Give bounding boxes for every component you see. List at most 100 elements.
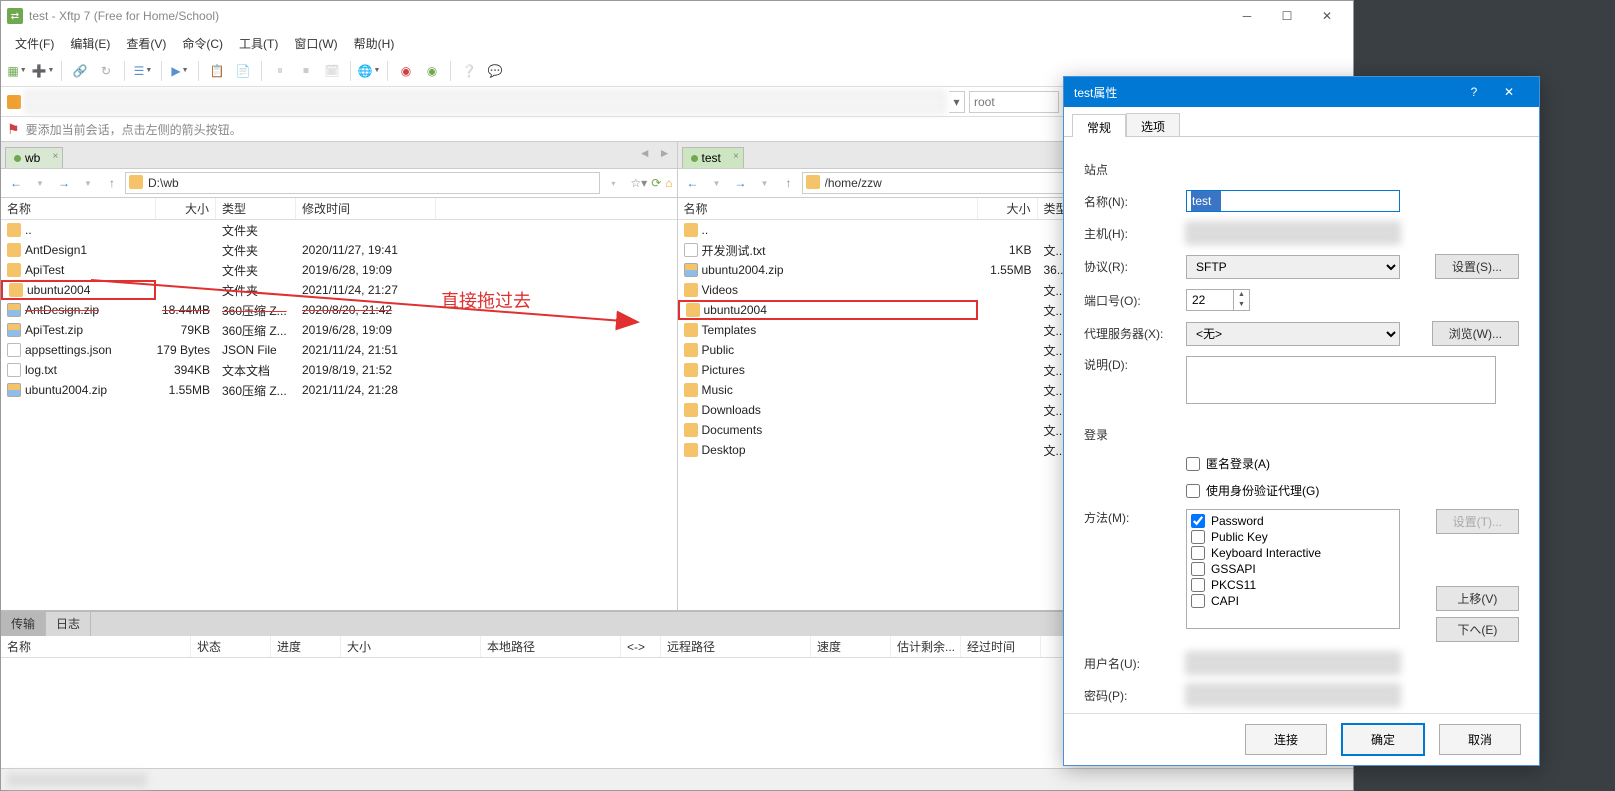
col-local[interactable]: 本地路径 xyxy=(481,636,621,657)
minimize-button[interactable]: ─ xyxy=(1227,1,1267,31)
port-stepper[interactable]: ▲▼ xyxy=(1186,289,1250,311)
col-type[interactable]: 类型 xyxy=(216,198,296,219)
move-down-button[interactable]: 下へ(E) xyxy=(1436,617,1519,642)
address-dropdown[interactable]: ▾ xyxy=(949,91,965,113)
port-up-icon[interactable]: ▲ xyxy=(1234,290,1249,300)
back-menu-icon[interactable]: ▼ xyxy=(29,172,51,194)
col-progress[interactable]: 进度 xyxy=(271,636,341,657)
menu-help[interactable]: 帮助(H) xyxy=(348,33,401,54)
method-list[interactable]: Password Public Key Keyboard Interactive GS… xyxy=(1186,509,1400,629)
forward-icon[interactable]: → xyxy=(53,172,75,194)
reconnect-icon[interactable]: ↻ xyxy=(96,61,116,81)
path-dropdown[interactable]: ▾ xyxy=(602,172,624,194)
schedule-icon[interactable]: 🗓 xyxy=(322,61,342,81)
col-size[interactable]: 大小 xyxy=(341,636,481,657)
link-icon[interactable]: 🔗 xyxy=(70,61,90,81)
close-icon[interactable]: ✕ xyxy=(1489,85,1529,99)
col-speed[interactable]: 速度 xyxy=(811,636,891,657)
protocol-setup-button[interactable]: 设置(S)... xyxy=(1435,254,1519,279)
tab-close-icon[interactable]: × xyxy=(733,151,739,162)
file-row[interactable]: ubuntu2004.zip1.55MB360压缩 Z...2021/11/24… xyxy=(1,380,677,400)
menu-window[interactable]: 窗口(W) xyxy=(288,33,343,54)
method-keyboard-interactive[interactable]: Keyboard Interactive xyxy=(1191,546,1395,560)
browse-button[interactable]: 浏览(W)... xyxy=(1432,321,1519,346)
move-up-button[interactable]: 上移(V) xyxy=(1436,586,1519,611)
remote-tab-test[interactable]: test × xyxy=(682,147,744,168)
up-icon[interactable]: ↑ xyxy=(101,172,123,194)
file-row[interactable]: ApiTest.zip79KB360压缩 Z...2019/6/28, 19:0… xyxy=(1,320,677,340)
stop-icon[interactable]: ⏹ xyxy=(296,61,316,81)
proxy-select[interactable]: <无> xyxy=(1186,322,1400,346)
session-flag-icon[interactable] xyxy=(7,95,21,109)
col-name[interactable]: 名称 xyxy=(1,198,156,219)
tab-transfer[interactable]: 传输 xyxy=(1,612,46,636)
method-pkcs11[interactable]: PKCS11 xyxy=(1191,578,1395,592)
menu-tools[interactable]: 工具(T) xyxy=(233,33,284,54)
menu-command[interactable]: 命令(C) xyxy=(176,33,229,54)
paste-icon[interactable]: 📄 xyxy=(233,61,253,81)
method-gssapi[interactable]: GSSAPI xyxy=(1191,562,1395,576)
cancel-button[interactable]: 取消 xyxy=(1439,724,1521,755)
password-input[interactable] xyxy=(1186,684,1400,706)
col-status[interactable]: 状态 xyxy=(191,636,271,657)
file-row[interactable]: ..文件夹 xyxy=(1,220,677,240)
back-icon[interactable]: ← xyxy=(682,172,704,194)
star-icon[interactable]: ☆▾ xyxy=(630,176,647,190)
help-icon[interactable]: ❔ xyxy=(459,61,479,81)
address-input[interactable] xyxy=(25,91,945,113)
name-input[interactable] xyxy=(1186,190,1400,212)
agent-checkbox[interactable]: 使用身份验证代理(G) xyxy=(1186,482,1319,499)
help-icon[interactable]: ? xyxy=(1459,85,1489,99)
method-setup-button[interactable]: 设置(T)... xyxy=(1436,509,1519,534)
up-icon[interactable]: ↑ xyxy=(778,172,800,194)
username-input[interactable] xyxy=(1186,652,1400,674)
port-input[interactable] xyxy=(1186,289,1234,311)
globe-icon[interactable]: 🌐▼ xyxy=(359,61,379,81)
user-input[interactable] xyxy=(969,91,1059,113)
chat-icon[interactable]: 💬 xyxy=(485,61,505,81)
protocol-select[interactable]: SFTP xyxy=(1186,255,1400,279)
description-textarea[interactable] xyxy=(1186,356,1496,404)
local-tab-wb[interactable]: wb × xyxy=(5,147,63,168)
col-size[interactable]: 大小 xyxy=(156,198,216,219)
method-public-key[interactable]: Public Key xyxy=(1191,530,1395,544)
menu-edit[interactable]: 编辑(E) xyxy=(64,33,116,54)
col-remote[interactable]: 远程路径 xyxy=(661,636,811,657)
ok-button[interactable]: 确定 xyxy=(1341,723,1425,756)
connect-button[interactable]: 连接 xyxy=(1245,724,1327,755)
col-name[interactable]: 名称 xyxy=(1,636,191,657)
anon-checkbox[interactable]: 匿名登录(A) xyxy=(1186,455,1270,472)
col-modified[interactable]: 修改时间 xyxy=(296,198,436,219)
tab-close-icon[interactable]: × xyxy=(53,151,59,162)
new-session-icon[interactable]: ▦▼ xyxy=(7,61,27,81)
view-mode-icon[interactable]: ☰▼ xyxy=(133,61,153,81)
pause-icon[interactable]: ⏸ xyxy=(270,61,290,81)
xftp-icon[interactable]: ◉ xyxy=(422,61,442,81)
col-name[interactable]: 名称 xyxy=(678,198,978,219)
tab-log[interactable]: 日志 xyxy=(46,612,91,636)
file-row[interactable]: ApiTest文件夹2019/6/28, 19:09 xyxy=(1,260,677,280)
menu-view[interactable]: 查看(V) xyxy=(120,33,172,54)
forward-icon[interactable]: → xyxy=(730,172,752,194)
home-icon[interactable]: ⌂ xyxy=(665,176,672,190)
local-path-input[interactable] xyxy=(125,172,600,194)
file-row[interactable]: log.txt394KB文本文档2019/8/19, 21:52 xyxy=(1,360,677,380)
host-input[interactable] xyxy=(1186,222,1400,244)
method-password[interactable]: Password xyxy=(1191,514,1395,528)
menu-file[interactable]: 文件(F) xyxy=(9,33,60,54)
close-button[interactable]: ✕ xyxy=(1307,1,1347,31)
tab-options[interactable]: 选项 xyxy=(1126,113,1180,136)
refresh-icon[interactable]: ⟳ xyxy=(651,176,661,190)
file-row[interactable]: AntDesign.zip18.44MB360压缩 Z...2020/8/20,… xyxy=(1,300,677,320)
back-menu-icon[interactable]: ▼ xyxy=(706,172,728,194)
file-row[interactable]: appsettings.json179 BytesJSON File2021/1… xyxy=(1,340,677,360)
tab-general[interactable]: 常规 xyxy=(1072,114,1126,137)
xshell-icon[interactable]: ◉ xyxy=(396,61,416,81)
port-down-icon[interactable]: ▼ xyxy=(1234,300,1249,310)
col-remain[interactable]: 估计剩余... xyxy=(891,636,961,657)
file-row[interactable]: ubuntu2004文件夹2021/11/24, 21:27 xyxy=(1,280,677,300)
col-arrow[interactable]: <-> xyxy=(621,636,661,657)
play-icon[interactable]: ▶▼ xyxy=(170,61,190,81)
col-size[interactable]: 大小 xyxy=(978,198,1038,219)
maximize-button[interactable]: ☐ xyxy=(1267,1,1307,31)
